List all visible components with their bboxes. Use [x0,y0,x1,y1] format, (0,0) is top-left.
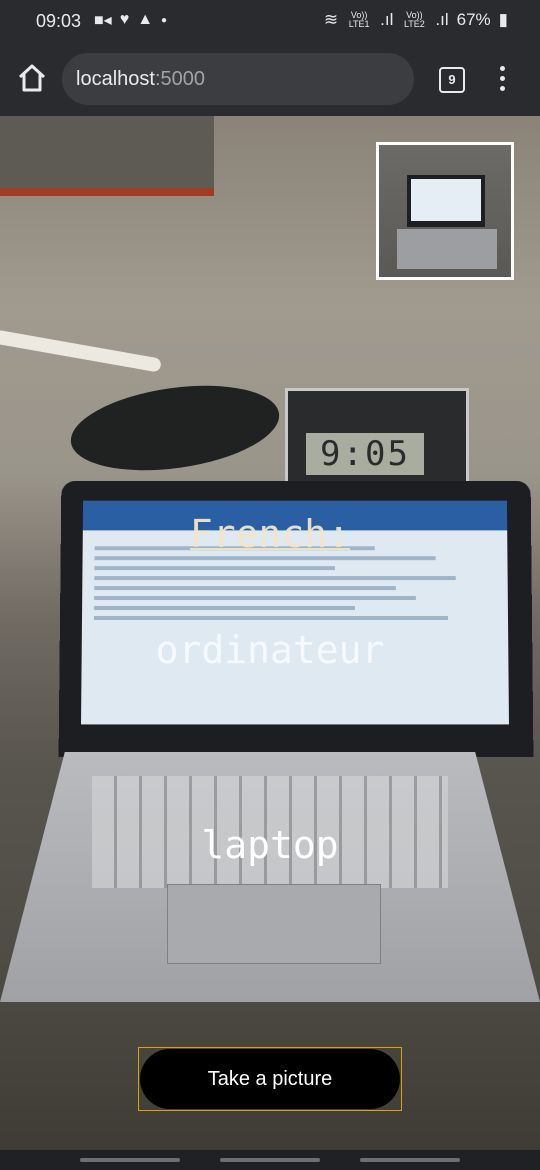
wall-poster [0,116,214,196]
url-port: :5000 [155,68,205,90]
take-picture-button[interactable]: Take a picture [140,1049,400,1109]
desk-lamp [0,329,162,372]
video-call-icon: ■◂ [94,10,112,30]
nav-recents-handle[interactable] [360,1158,460,1162]
signal-1-icon: .ıl [380,10,393,30]
nav-back-handle[interactable] [80,1158,180,1162]
notification-icons: ■◂ ♥ ▲ ● [94,10,167,30]
lte1-label: Vo)) LTE1 [346,11,372,29]
status-right: ≋ Vo)) LTE1 .ıl Vo)) LTE2 .ıl 67% ▮ [324,10,508,30]
status-bar: 09:03 ■◂ ♥ ▲ ● ≋ Vo)) LTE1 .ıl Vo)) LTE2… [0,0,540,42]
captured-thumbnail[interactable] [376,142,514,280]
tab-switcher-button[interactable]: 9 [439,67,465,93]
address-bar[interactable]: localhost:5000 [62,53,414,105]
heart-icon: ♥ [120,11,130,29]
translated-word: ordinateur [0,628,540,672]
detected-object-label: laptop [0,823,540,867]
more-options-icon[interactable] [498,66,506,94]
clock-display: 9:05 [306,433,424,475]
wifi-icon: ≋ [324,10,338,30]
signal-2-icon: .ıl [435,10,448,30]
laptop-touchpad [167,884,381,964]
battery-icon: ▮ [499,10,508,30]
home-icon[interactable] [16,62,48,94]
language-label: French: [0,512,540,556]
warning-icon: ▲ [137,11,153,29]
status-time: 09:03 [36,11,81,32]
peacock-feather [65,374,284,482]
lte2-label: Vo)) LTE2 [401,11,427,29]
gesture-nav-bar [0,1150,540,1170]
browser-toolbar: localhost:5000 9 [0,42,540,116]
nav-home-handle[interactable] [220,1158,320,1162]
url-host: localhost [76,68,155,90]
more-notifications-dot-icon: ● [161,15,167,26]
battery-percent: 67% [457,10,491,30]
